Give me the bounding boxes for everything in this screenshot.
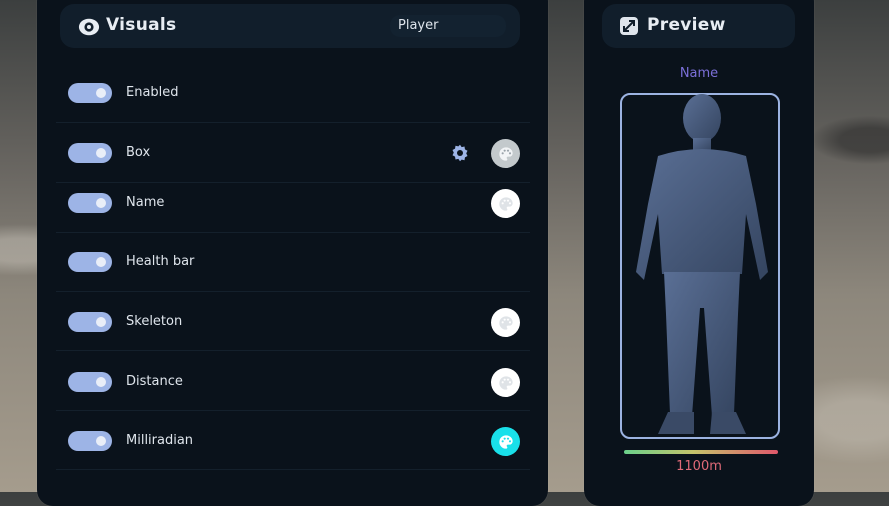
option-label: Health bar	[126, 254, 195, 269]
option-label: Milliradian	[126, 433, 194, 448]
expand-icon	[620, 17, 638, 35]
name-toggle[interactable]	[68, 193, 112, 213]
option-label: Skeleton	[126, 314, 183, 329]
option-row-skeleton: Skeleton	[56, 292, 530, 351]
option-label: Name	[126, 195, 165, 210]
milliradian-toggle[interactable]	[68, 431, 112, 451]
target-select[interactable]: Player	[390, 15, 506, 37]
option-row-enabled: Enabled	[56, 64, 530, 123]
visuals-title: Visuals	[106, 15, 177, 35]
name-color-swatch[interactable]	[491, 189, 520, 218]
skeleton-toggle[interactable]	[68, 312, 112, 332]
option-label: Distance	[126, 374, 183, 389]
health-bar	[624, 450, 778, 454]
health-bar-toggle[interactable]	[68, 252, 112, 272]
preview-title: Preview	[647, 15, 726, 35]
palette-icon	[498, 315, 513, 330]
preview-name-label: Name	[679, 66, 719, 81]
option-label: Enabled	[126, 85, 179, 100]
preview-header: Preview	[602, 4, 795, 48]
option-row-box: Box	[56, 124, 530, 183]
palette-icon	[498, 196, 513, 211]
preview-distance: 1100m	[676, 459, 722, 474]
option-row-health-bar: Health bar	[56, 233, 530, 292]
visuals-header: Visuals Player	[60, 4, 520, 48]
player-model	[636, 94, 768, 434]
skeleton-color-swatch[interactable]	[491, 308, 520, 337]
option-row-name: Name	[56, 183, 530, 233]
eye-icon	[78, 18, 100, 36]
distance-toggle[interactable]	[68, 372, 112, 392]
target-select-value: Player	[398, 18, 439, 33]
option-row-distance: Distance	[56, 352, 530, 411]
box-toggle[interactable]	[68, 143, 112, 163]
option-label: Box	[126, 145, 151, 160]
palette-icon	[498, 434, 513, 449]
gear-icon[interactable]	[451, 144, 469, 162]
palette-icon	[498, 146, 513, 161]
milliradian-color-swatch[interactable]	[491, 427, 520, 456]
option-row-milliradian: Milliradian	[56, 411, 530, 470]
palette-icon	[498, 375, 513, 390]
distance-color-swatch[interactable]	[491, 368, 520, 397]
box-color-swatch[interactable]	[491, 139, 520, 168]
enabled-toggle[interactable]	[68, 83, 112, 103]
